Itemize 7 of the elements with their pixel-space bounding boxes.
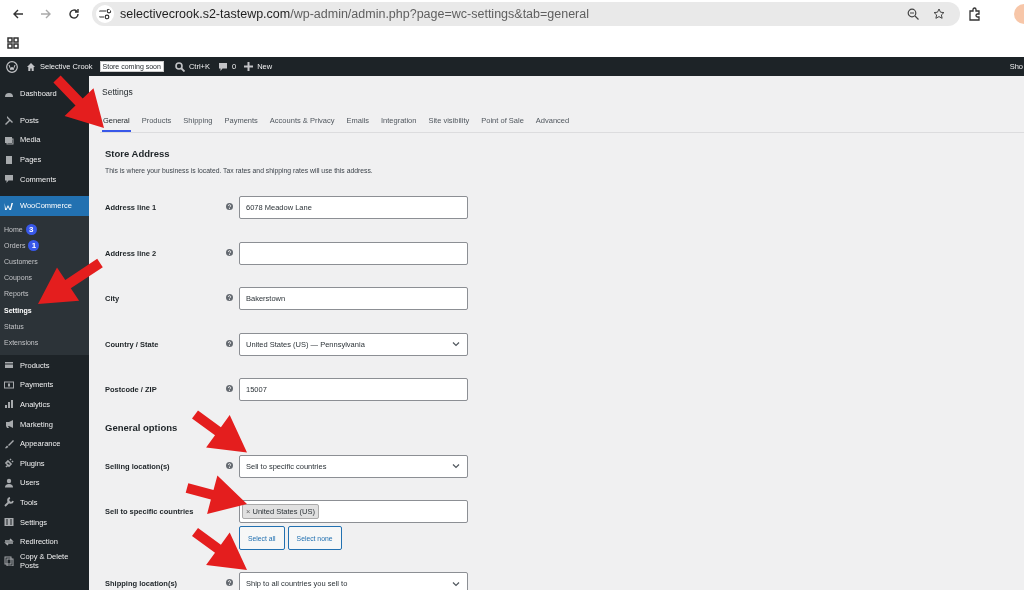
- address-bar[interactable]: selectivecrook.s2-tastewp.com/wp-admin/admin.php?page=wc-settings&tab=general: [92, 2, 960, 26]
- section-heading: General options: [105, 421, 179, 433]
- section-heading: Store Address: [105, 148, 171, 159]
- count-badge: 1: [28, 239, 40, 251]
- count-badge: 3: [25, 223, 37, 235]
- url-text: selectivecrook.s2-tastewp.com/wp-admin/admin.php?page=wc-settings&tab=general: [120, 7, 589, 21]
- page-title: Settings: [102, 87, 134, 97]
